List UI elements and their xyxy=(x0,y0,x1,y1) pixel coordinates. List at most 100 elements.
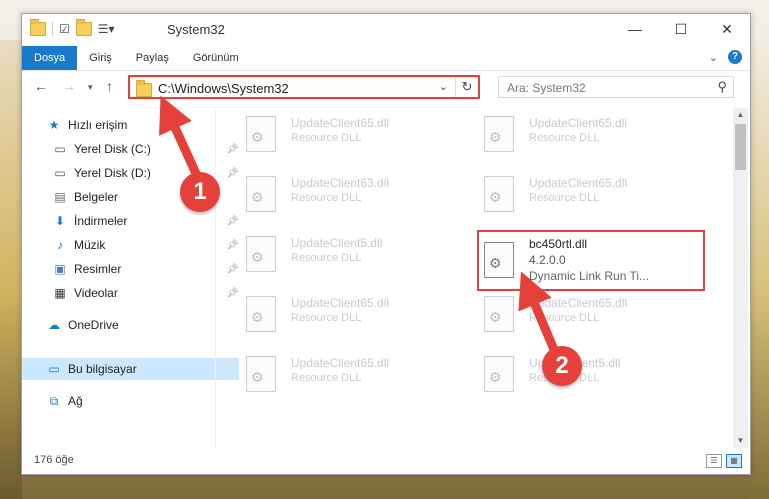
drive-icon: ▭ xyxy=(54,166,66,180)
gear-icon: ⚙ xyxy=(251,369,264,385)
file-item[interactable]: ⚙ UpdateClient65.dll Resource DLL xyxy=(238,350,458,400)
gear-icon: ⚙ xyxy=(489,309,502,325)
dll-file-icon: ⚙ xyxy=(484,356,514,392)
sidebar-item-quick-access[interactable]: ★ Hızlı erişim xyxy=(22,114,239,136)
desktop-background-right xyxy=(749,40,769,499)
computer-icon: ▭ xyxy=(48,362,60,376)
sidebar-item-label: Yerel Disk (D:) xyxy=(74,166,151,180)
title-bar: ☑ ☰▾ System32 — ☐ ✕ xyxy=(22,14,750,46)
window-title: System32 xyxy=(167,22,225,37)
sidebar-item-label: Yerel Disk (C:) xyxy=(74,142,151,156)
scrollbar-thumb[interactable] xyxy=(735,124,746,170)
file-name: UpdateClient63.dll xyxy=(291,176,390,190)
refresh-icon[interactable]: ↻ xyxy=(455,77,478,97)
help-icon[interactable]: ? xyxy=(728,50,742,64)
tab-home[interactable]: Giriş xyxy=(77,46,124,70)
tab-share[interactable]: Paylaş xyxy=(124,46,181,70)
file-item[interactable]: ⚙ UpdateClient5.dll Resource DLL xyxy=(238,230,458,280)
properties-icon[interactable]: ☑ xyxy=(59,22,70,36)
step-badge-1: 1 xyxy=(180,172,220,212)
gear-icon: ⚙ xyxy=(489,369,502,385)
file-item[interactable]: ⚙ UpdateClient65.dll Resource DLL xyxy=(476,110,696,160)
chevron-down-icon[interactable]: ⌄ xyxy=(439,80,448,93)
tiles-view-icon[interactable]: ▦ xyxy=(726,454,742,468)
file-description: Resource DLL xyxy=(291,132,362,144)
file-name: UpdateClient65.dll xyxy=(529,176,628,190)
sidebar-item-downloads[interactable]: ⬇ İndirmeler 📌︎ xyxy=(22,210,245,232)
item-count: 176 öğe xyxy=(34,454,74,466)
customize-toolbar-icon[interactable]: ☰▾ xyxy=(98,22,115,36)
sidebar-item-pictures[interactable]: ▣ Resimler 📌︎ xyxy=(22,258,245,280)
file-item[interactable]: ⚙ UpdateClient5.dll Resource DLL xyxy=(476,350,696,400)
music-icon: ♪ xyxy=(57,238,63,252)
up-arrow-icon[interactable]: ↑ xyxy=(106,78,113,94)
status-bar: 176 öğe ☰ ▦ xyxy=(22,450,750,474)
sidebar-item-onedrive[interactable]: ☁ OneDrive xyxy=(22,314,239,336)
file-item[interactable]: ⚙ UpdateClient65.dll Resource DLL xyxy=(238,110,458,160)
dll-file-icon: ⚙ xyxy=(484,296,514,332)
minimize-button[interactable]: — xyxy=(612,14,658,44)
dll-file-icon: ⚙ xyxy=(246,296,276,332)
vertical-scrollbar[interactable]: ▲ ▼ xyxy=(733,108,748,448)
back-arrow-icon[interactable]: ← xyxy=(34,78,48,94)
explorer-window: ☑ ☰▾ System32 — ☐ ✕ Dosya Giriş Paylaş G… xyxy=(21,13,751,475)
pictures-icon: ▣ xyxy=(54,262,66,276)
file-description: Resource DLL xyxy=(291,192,362,204)
tab-view[interactable]: Görünüm xyxy=(181,46,251,70)
ribbon-right-controls: ⌄ ? xyxy=(709,50,742,64)
sidebar-item-local-disk-c[interactable]: ▭ Yerel Disk (C:) 📌︎ xyxy=(22,138,245,160)
close-button[interactable]: ✕ xyxy=(704,14,750,44)
address-path: C:\Windows\System32 xyxy=(158,81,289,96)
folder-icon xyxy=(30,19,46,36)
search-placeholder: Ara: System32 xyxy=(507,81,586,95)
dll-file-icon: ⚙ xyxy=(246,236,276,272)
scroll-up-icon[interactable]: ▲ xyxy=(733,108,748,122)
recent-locations-icon[interactable]: ▾ xyxy=(88,82,93,93)
dll-file-icon: ⚙ xyxy=(484,116,514,152)
pane-divider xyxy=(215,108,216,448)
sidebar-item-label: OneDrive xyxy=(68,318,119,332)
dll-file-icon: ⚙ xyxy=(484,176,514,212)
navigation-bar: ← → ▾ ↑ C:\Windows\System32 ⌄ ↻ Ara: Sys… xyxy=(22,73,750,103)
star-icon: ★ xyxy=(48,118,60,132)
sidebar-item-label: Ağ xyxy=(68,394,83,408)
scroll-down-icon[interactable]: ▼ xyxy=(733,434,748,448)
file-item[interactable]: ⚙ UpdateClient65.dll Resource DLL xyxy=(238,290,458,340)
file-name: UpdateClient65.dll xyxy=(291,356,390,370)
tab-file[interactable]: Dosya xyxy=(22,46,78,70)
sidebar-item-label: Videolar xyxy=(74,286,118,300)
gear-icon: ⚙ xyxy=(251,189,264,205)
toolbar-separator xyxy=(52,22,53,36)
sidebar-item-this-pc[interactable]: ▭ Bu bilgisayar xyxy=(22,358,239,380)
details-view-icon[interactable]: ☰ xyxy=(706,454,722,468)
file-name: UpdateClient65.dll xyxy=(291,296,390,310)
file-description: Resource DLL xyxy=(291,252,362,264)
quick-access-toolbar: ☑ ☰▾ xyxy=(30,19,115,36)
file-description: Resource DLL xyxy=(291,372,362,384)
search-input[interactable]: Ara: System32 ⚲ xyxy=(498,76,734,98)
file-description: Resource DLL xyxy=(529,192,600,204)
navigation-pane: ★ Hızlı erişim ▭ Yerel Disk (C:) 📌︎ ▭ Ye… xyxy=(22,108,239,448)
forward-arrow-icon[interactable]: → xyxy=(62,78,76,94)
maximize-button[interactable]: ☐ xyxy=(658,14,704,44)
file-name: UpdateClient65.dll xyxy=(529,116,628,130)
sidebar-item-label: Bu bilgisayar xyxy=(68,362,137,376)
sidebar-item-videos[interactable]: ▦ Videolar 📌︎ xyxy=(22,282,245,304)
download-icon: ⬇ xyxy=(54,214,66,228)
desktop-background-left xyxy=(0,40,22,499)
window-controls: — ☐ ✕ xyxy=(612,14,750,44)
new-folder-icon[interactable] xyxy=(75,19,92,36)
address-bar[interactable]: C:\Windows\System32 ⌄ ↻ xyxy=(128,75,480,99)
sidebar-item-music[interactable]: ♪ Müzik 📌︎ xyxy=(22,234,245,256)
file-item[interactable]: ⚙ UpdateClient65.dll Resource DLL xyxy=(476,290,696,340)
file-name: UpdateClient65.dll xyxy=(529,296,628,310)
sidebar-item-label: İndirmeler xyxy=(74,214,128,228)
gear-icon: ⚙ xyxy=(489,189,502,205)
sidebar-item-label: Müzik xyxy=(74,238,106,252)
chevron-down-icon[interactable]: ⌄ xyxy=(709,51,718,64)
file-item[interactable]: ⚙ UpdateClient65.dll Resource DLL xyxy=(476,170,696,220)
file-item[interactable]: ⚙ UpdateClient63.dll Resource DLL xyxy=(238,170,458,220)
folder-icon xyxy=(136,80,152,97)
file-name: UpdateClient5.dll xyxy=(291,236,383,250)
sidebar-item-network[interactable]: ⧉ Ağ xyxy=(22,390,239,412)
